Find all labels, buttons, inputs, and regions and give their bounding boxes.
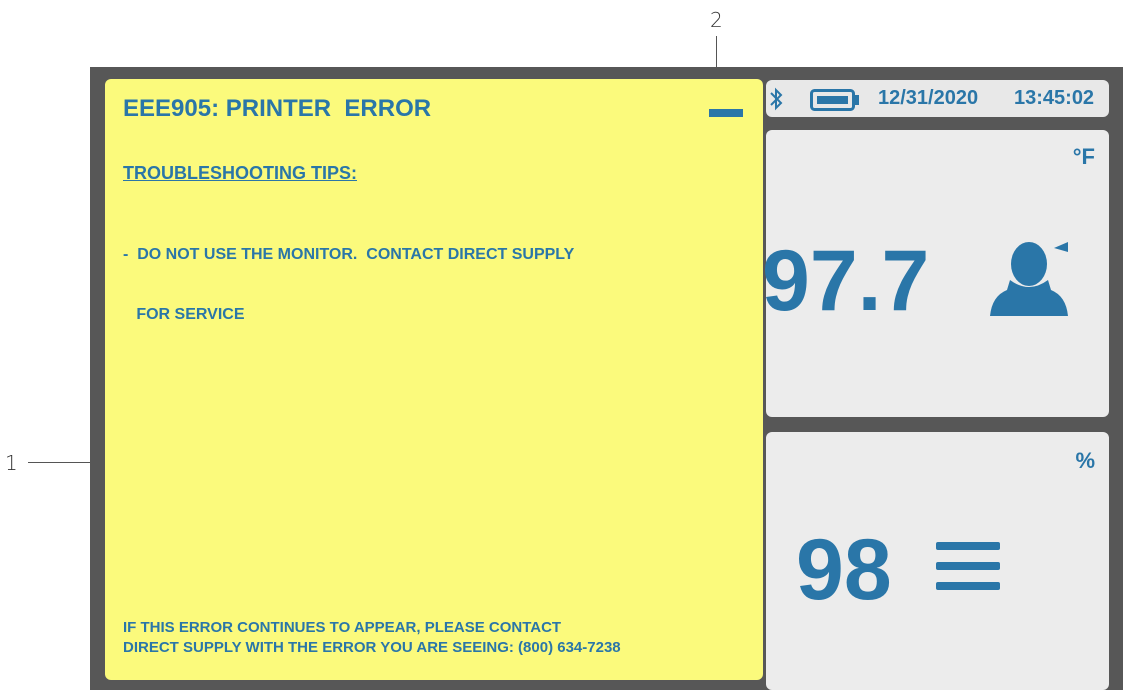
minimize-icon[interactable]	[709, 109, 743, 117]
spo2-panel[interactable]: % 98	[766, 432, 1109, 690]
callout-number-2: 2	[710, 8, 723, 32]
callout-number-1: 1	[5, 451, 18, 475]
error-footer-note: IF THIS ERROR CONTINUES TO APPEAR, PLEAS…	[123, 618, 621, 658]
status-date: 12/31/2020	[878, 87, 979, 109]
tip-line: - DO NOT USE THE MONITOR. CONTACT DIRECT…	[123, 246, 575, 263]
status-time: 13:45:02	[1014, 87, 1095, 109]
spo2-reading: 98	[796, 522, 892, 618]
footer-line: DIRECT SUPPLY WITH THE ERROR YOU ARE SEE…	[123, 639, 621, 656]
footer-line: IF THIS ERROR CONTINUES TO APPEAR, PLEAS…	[123, 619, 562, 636]
troubleshooting-tip: - DO NOT USE THE MONITOR. CONTACT DIRECT…	[123, 205, 574, 365]
status-bar: 12/31/2020 13:45:02	[766, 80, 1109, 117]
error-title: EEE905: PRINTER ERROR	[123, 95, 432, 122]
tip-line: FOR SERVICE	[123, 306, 245, 323]
battery-icon	[810, 89, 860, 117]
bluetooth-icon	[768, 87, 784, 117]
temperature-panel[interactable]: °F 97.7	[762, 130, 1109, 417]
monitor-screen: 12/31/2020 13:45:02 °F 97.7 % 98 EEE905:…	[90, 67, 1123, 690]
troubleshooting-heading: TROUBLESHOOTING TIPS:	[123, 163, 357, 183]
temperature-unit: °F	[1072, 144, 1095, 169]
patient-head-icon	[988, 234, 1070, 321]
menu-icon	[936, 538, 1000, 599]
error-dialog: EEE905: PRINTER ERROR TROUBLESHOOTING TI…	[105, 79, 763, 680]
temperature-reading: 97.7	[762, 233, 930, 329]
spo2-unit: %	[1075, 448, 1095, 473]
